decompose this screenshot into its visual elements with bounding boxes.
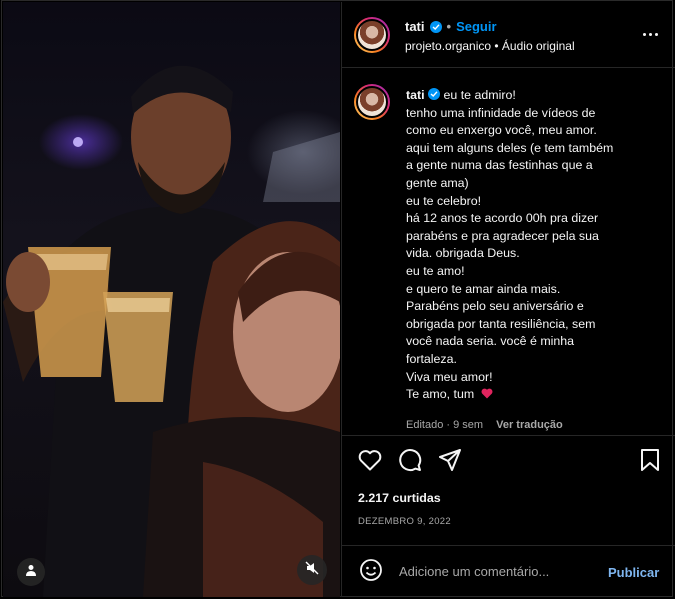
caption-line: Viva meu amor! bbox=[406, 369, 493, 384]
caption-section: tati eu te admiro! tenho uma infinidade … bbox=[342, 68, 675, 436]
post-dialog: tati • Seguir projeto.organico • Áudio o… bbox=[1, 0, 675, 597]
caption-line: eu te amo! bbox=[406, 263, 465, 278]
comment-input[interactable] bbox=[397, 563, 601, 580]
separator-dot: • bbox=[446, 19, 452, 34]
caption-meta: Editado · 9 sem Ver tradução bbox=[406, 419, 563, 431]
mute-button[interactable] bbox=[297, 555, 327, 585]
audio-line[interactable]: projeto.organico • Áudio original bbox=[405, 39, 575, 53]
caption-username[interactable]: tati bbox=[406, 88, 425, 102]
action-bar: 2.217 curtidas DEZEMBRO 9, 2022 bbox=[342, 436, 675, 546]
publish-button[interactable]: Publicar bbox=[608, 565, 659, 580]
share-button[interactable] bbox=[437, 448, 463, 476]
emoji-icon bbox=[359, 558, 383, 587]
caption-line: fortaleza. bbox=[406, 351, 457, 366]
red-heart-emoji-icon bbox=[478, 387, 493, 401]
tagged-users-button[interactable] bbox=[17, 558, 45, 586]
author-line: tati • Seguir bbox=[405, 19, 497, 34]
caption-line: Te amo, tum bbox=[406, 387, 475, 402]
caption-avatar[interactable] bbox=[354, 84, 390, 120]
share-icon bbox=[439, 448, 461, 476]
emoji-button[interactable] bbox=[358, 558, 384, 587]
like-button[interactable] bbox=[357, 449, 383, 475]
caption-line: eu te celebro! bbox=[406, 193, 482, 208]
photo-scene bbox=[3, 65, 340, 597]
comment-icon bbox=[398, 448, 422, 477]
caption-line: a gente numa das festinhas que a bbox=[406, 158, 593, 173]
more-icon bbox=[642, 32, 646, 36]
user-tag-icon bbox=[25, 563, 37, 581]
caption-line: e quero te amar ainda mais. bbox=[406, 281, 561, 296]
caption-line: Parabéns pelo seu aniversário e bbox=[406, 299, 584, 314]
caption-line: como eu enxergo você, meu amor. bbox=[406, 123, 597, 138]
comment-button[interactable] bbox=[397, 448, 423, 477]
follow-button[interactable]: Seguir bbox=[456, 19, 496, 34]
caption-line: tenho uma infinidade de vídeos de bbox=[406, 105, 596, 120]
edited-label: Editado · 9 sem bbox=[406, 419, 484, 431]
save-icon bbox=[640, 448, 660, 476]
heart-icon bbox=[358, 449, 382, 476]
caption-line: há 12 anos te acordo 00h pra dizer bbox=[406, 211, 599, 226]
verified-icon bbox=[429, 20, 442, 33]
author-avatar[interactable] bbox=[354, 17, 390, 53]
post-details-panel: tati • Seguir projeto.organico • Áudio o… bbox=[341, 2, 675, 597]
author-username[interactable]: tati bbox=[405, 19, 425, 34]
mute-icon bbox=[305, 561, 319, 580]
post-header: tati • Seguir projeto.organico • Áudio o… bbox=[342, 2, 675, 68]
post-date: DEZEMBRO 9, 2022 bbox=[358, 516, 451, 527]
caption-text: tati eu te admiro! tenho uma infinidade … bbox=[406, 87, 664, 404]
caption-line: gente ama) bbox=[406, 175, 469, 190]
post-media[interactable] bbox=[3, 2, 340, 597]
save-button[interactable] bbox=[637, 448, 663, 476]
caption-line: parabéns e pra agradecer pela sua bbox=[406, 228, 599, 243]
translate-link[interactable]: Ver tradução bbox=[496, 419, 563, 431]
caption-line: aqui tem alguns deles (e tem também bbox=[406, 140, 614, 155]
likes-count[interactable]: 2.217 curtidas bbox=[358, 491, 441, 505]
verified-icon bbox=[428, 88, 441, 100]
comment-bar: Publicar bbox=[342, 545, 675, 597]
caption-line: você nada seria. você é minha bbox=[406, 334, 575, 349]
more-options-button[interactable] bbox=[638, 24, 662, 44]
caption-line: eu te admiro! bbox=[443, 88, 516, 102]
caption-line: vida. obrigada Deus. bbox=[406, 246, 520, 261]
caption-line: obrigada por tanta resiliência, sem bbox=[406, 316, 596, 331]
